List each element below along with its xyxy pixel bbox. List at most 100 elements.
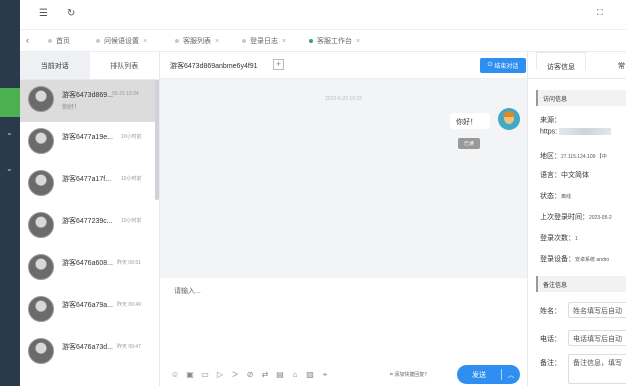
phone-label: 电话： xyxy=(540,336,561,343)
top-header: ☰ ↻ ⛶ xyxy=(20,0,626,30)
conversation-time: 05-29 10:34 xyxy=(112,91,139,97)
phone-input[interactable]: 电话填写后自动 xyxy=(568,330,626,346)
region-value: 27.115.124.109 【中 xyxy=(561,154,607,160)
conversation-item[interactable]: 游客6476a79a... 昨天 09:49 xyxy=(20,290,159,332)
avatar xyxy=(28,338,54,364)
chevron-down-icon[interactable]: ⌄ xyxy=(6,164,13,173)
conversation-scrollbar[interactable] xyxy=(155,80,159,200)
tab-dot-icon xyxy=(48,39,52,43)
note-label: 备注： xyxy=(540,360,561,367)
conversation-name: 游客6476a79a... xyxy=(62,302,113,309)
conversation-item[interactable]: 游客6476a73d... 昨天 09:47 xyxy=(20,332,159,374)
chat-visitor-title: 游客6473d869anbme6y4f91 xyxy=(170,63,258,70)
tab-dot-icon xyxy=(96,39,100,43)
language-value: 中文简体 xyxy=(561,172,589,179)
send-button[interactable]: 发送 ︿ xyxy=(457,365,520,384)
agent-avatar xyxy=(498,108,520,130)
page-tabs: ‹ 首页 问候语设置 × 客服列表 × 登录日志 × 客服工作台 × xyxy=(20,30,626,52)
tab-agent-list[interactable]: 客服列表 × xyxy=(175,35,219,47)
login-count-row: 登录次数：1 xyxy=(540,233,578,243)
tab-login-log[interactable]: 登录日志 × xyxy=(242,35,286,47)
conversation-last-message: 你好！ xyxy=(62,105,81,111)
message-input-placeholder: 请输入... xyxy=(174,288,201,295)
fullscreen-icon[interactable]: ⛶ xyxy=(597,8,603,18)
conversation-item[interactable]: 游客6476a608... 昨天 09:51 xyxy=(20,248,159,290)
tab-agent-workbench[interactable]: 客服工作台 × xyxy=(309,35,360,47)
chat-header: 游客6473d869anbme6y4f91 + ⏻ 结束对话 xyxy=(160,52,527,79)
conversation-name: 游客6473d869... xyxy=(62,92,113,99)
tab-dot-icon xyxy=(242,39,246,43)
device-row: 登录设备：安卓系统 andro xyxy=(540,254,609,264)
chat-panel: 游客6473d869anbme6y4f91 + ⏻ 结束对话 2023-5-29… xyxy=(160,52,527,386)
chevron-up-icon[interactable]: ︿ xyxy=(502,370,520,380)
document-icon[interactable]: ▤ xyxy=(275,370,285,380)
chevron-left-icon[interactable]: ‹ xyxy=(26,35,29,45)
conversation-item[interactable]: 游客6477239c... 10小时前 xyxy=(20,206,159,248)
home-icon[interactable]: ⌂ xyxy=(290,370,300,380)
transfer-icon[interactable]: ⇄ xyxy=(260,370,270,380)
end-conversation-label: 结束对话 xyxy=(494,64,519,70)
image-icon[interactable]: ▣ xyxy=(185,370,195,380)
end-conversation-button[interactable]: ⏻ 结束对话 xyxy=(480,58,526,73)
power-icon: ⏻ xyxy=(487,62,493,68)
login-count-label: 登录次数： xyxy=(540,235,575,242)
source-label: 来源： xyxy=(540,117,561,124)
conversation-time: 昨天 09:51 xyxy=(117,260,141,266)
close-icon[interactable]: × xyxy=(356,38,360,45)
conversation-time: 昨天 09:47 xyxy=(117,344,141,350)
nav-active-indicator[interactable] xyxy=(0,88,20,117)
conversation-name: 游客6476a608... xyxy=(62,260,113,267)
conversation-time: 昨天 09:49 xyxy=(117,302,141,308)
menu-collapse-icon[interactable]: ☰ xyxy=(39,8,48,19)
video-icon[interactable]: ▷ xyxy=(215,370,225,380)
tab-common[interactable]: 常 xyxy=(618,61,625,71)
visitor-panel-tabs: 访客信息 常 xyxy=(528,52,626,79)
section-notes: 备注信息 xyxy=(536,276,626,292)
chevron-down-icon[interactable]: ⌄ xyxy=(6,128,13,137)
conversation-name: 游客6477239c... xyxy=(62,218,113,225)
location-icon[interactable]: ⌖ xyxy=(320,370,330,380)
left-nav-rail: ⌄ ⌄ xyxy=(0,0,20,386)
emoji-icon[interactable]: ☺ xyxy=(170,370,180,380)
tab-greeting-settings[interactable]: 问候语设置 × xyxy=(96,35,147,47)
name-input[interactable]: 姓名填写后自动 xyxy=(568,302,626,318)
tab-visitor-info[interactable]: 访客信息 xyxy=(536,52,586,71)
region-label: 地区： xyxy=(540,153,561,160)
conversation-item[interactable]: 游客6473d869... 05-29 10:34 你好！ xyxy=(20,80,159,122)
avatar xyxy=(28,212,54,238)
message-input-area[interactable]: 请输入... ☺ ▣ ▭ ▷ ᐳ ⊘ ⇄ ▤ ⌂ ▨ ⌖ ⌗ 添加快捷回复？ 发… xyxy=(160,277,527,386)
tab-label: 问候语设置 xyxy=(104,38,139,45)
message-area: 2023-5-29 10:33 你好！ 已读 xyxy=(160,79,527,277)
avatar xyxy=(28,296,54,322)
conversation-time: 10小时前 xyxy=(121,134,142,140)
conversation-name: 游客6476a73d... xyxy=(62,344,113,351)
close-icon[interactable]: × xyxy=(282,38,286,45)
message-timestamp: 2023-5-29 10:33 xyxy=(325,96,362,102)
add-quick-reply-link[interactable]: ⌗ 添加快捷回复？ xyxy=(390,371,429,378)
input-toolbar: ☺ ▣ ▭ ▷ ᐳ ⊘ ⇄ ▤ ⌂ ▨ ⌖ xyxy=(170,370,330,380)
conversation-name: 游客6477a19e... xyxy=(62,134,113,141)
device-label: 登录设备： xyxy=(540,256,575,263)
voice-icon[interactable]: ᐳ xyxy=(230,370,240,380)
quick-reply-icon: ⌗ xyxy=(390,372,393,378)
close-icon[interactable]: × xyxy=(143,38,147,45)
conversation-item[interactable]: 游客6477a17f... 10小时前 xyxy=(20,164,159,206)
tab-current-conversations[interactable]: 当前对话 xyxy=(20,52,90,80)
tab-queue-list[interactable]: 排队列表 xyxy=(89,52,159,80)
visitor-info-panel: 访客信息 常 访问信息 来源： https: 地区：27.115.124.109… xyxy=(527,52,626,386)
refresh-icon[interactable]: ↻ xyxy=(67,8,75,19)
note-textarea[interactable]: 备注信息，填写 xyxy=(568,354,626,384)
add-icon[interactable]: + xyxy=(273,59,284,70)
tab-label: 客服列表 xyxy=(183,38,211,45)
name-label: 姓名： xyxy=(540,308,561,315)
status-label: 状态： xyxy=(540,193,561,200)
close-icon[interactable]: × xyxy=(215,38,219,45)
image-gallery-icon[interactable]: ▨ xyxy=(305,370,315,380)
file-icon[interactable]: ▭ xyxy=(200,370,210,380)
conversation-item[interactable]: 游客6477a19e... 10小时前 xyxy=(20,122,159,164)
avatar xyxy=(28,170,54,196)
app-root: ⌄ ⌄ ☰ ↻ ⛶ ‹ 首页 问候语设置 × 客服列表 × 登录日志 × 客服工… xyxy=(0,0,626,386)
tab-home[interactable]: 首页 xyxy=(48,35,70,47)
tab-dot-icon xyxy=(175,39,179,43)
block-icon[interactable]: ⊘ xyxy=(245,370,255,380)
